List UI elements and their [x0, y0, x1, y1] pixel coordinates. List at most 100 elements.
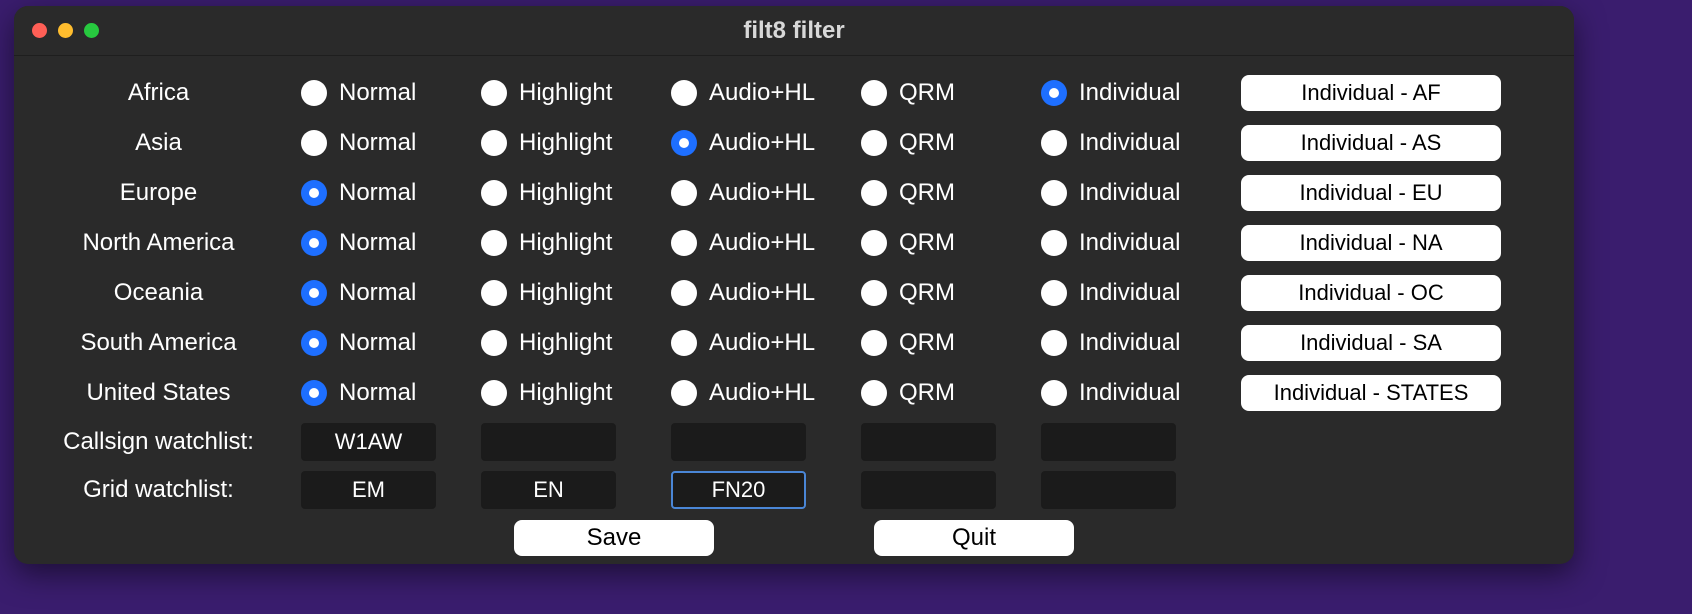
radio-qrm[interactable]	[861, 380, 887, 406]
zoom-icon[interactable]	[84, 23, 99, 38]
radio-cell-normal: Normal	[301, 229, 481, 257]
region-label: Africa	[26, 79, 301, 107]
radio-label-audiohl: Audio+HL	[709, 79, 815, 107]
radio-cell-normal: Normal	[301, 279, 481, 307]
radio-individual[interactable]	[1041, 230, 1067, 256]
radio-audiohl[interactable]	[671, 380, 697, 406]
radio-cell-normal: Normal	[301, 179, 481, 207]
radio-label-highlight: Highlight	[519, 79, 612, 107]
radio-qrm[interactable]	[861, 230, 887, 256]
callsign-watch-input-1[interactable]	[481, 423, 616, 461]
radio-cell-individual: Individual	[1041, 279, 1241, 307]
callsign-watch-input-4[interactable]	[1041, 423, 1176, 461]
radio-individual[interactable]	[1041, 130, 1067, 156]
radio-individual[interactable]	[1041, 380, 1067, 406]
radio-highlight[interactable]	[481, 180, 507, 206]
radio-cell-qrm: QRM	[861, 329, 1041, 357]
region-row: AfricaNormalHighlightAudio+HLQRMIndividu…	[26, 68, 1562, 118]
radio-individual[interactable]	[1041, 180, 1067, 206]
radio-label-normal: Normal	[339, 229, 416, 257]
individual-button[interactable]: Individual - AF	[1241, 75, 1501, 111]
region-label: South America	[26, 329, 301, 357]
traffic-lights	[32, 23, 99, 38]
individual-button[interactable]: Individual - SA	[1241, 325, 1501, 361]
radio-individual[interactable]	[1041, 80, 1067, 106]
grid-watch-input-3[interactable]	[861, 471, 996, 509]
radio-cell-individual: Individual	[1041, 329, 1241, 357]
radio-highlight[interactable]	[481, 130, 507, 156]
radio-cell-highlight: Highlight	[481, 379, 671, 407]
radio-individual[interactable]	[1041, 330, 1067, 356]
callsign-watch-input-2[interactable]	[671, 423, 806, 461]
radio-normal[interactable]	[301, 80, 327, 106]
radio-normal[interactable]	[301, 280, 327, 306]
radio-label-individual: Individual	[1079, 179, 1180, 207]
radio-label-individual: Individual	[1079, 229, 1180, 257]
radio-highlight[interactable]	[481, 280, 507, 306]
quit-button[interactable]: Quit	[874, 520, 1074, 556]
region-label: Asia	[26, 129, 301, 157]
radio-label-highlight: Highlight	[519, 279, 612, 307]
app-window: filt8 filter AfricaNormalHighlightAudio+…	[14, 6, 1574, 564]
grid-watch-input-0[interactable]	[301, 471, 436, 509]
radio-individual[interactable]	[1041, 280, 1067, 306]
radio-audiohl[interactable]	[671, 180, 697, 206]
radio-label-audiohl: Audio+HL	[709, 229, 815, 257]
radio-cell-highlight: Highlight	[481, 179, 671, 207]
individual-button[interactable]: Individual - OC	[1241, 275, 1501, 311]
callsign-watchlist-label: Callsign watchlist:	[26, 428, 301, 456]
window-title: filt8 filter	[14, 17, 1574, 45]
radio-label-audiohl: Audio+HL	[709, 179, 815, 207]
radio-qrm[interactable]	[861, 80, 887, 106]
region-row: EuropeNormalHighlightAudio+HLQRMIndividu…	[26, 168, 1562, 218]
radio-cell-individual: Individual	[1041, 379, 1241, 407]
radio-label-individual: Individual	[1079, 379, 1180, 407]
radio-label-individual: Individual	[1079, 79, 1180, 107]
individual-button[interactable]: Individual - STATES	[1241, 375, 1501, 411]
callsign-watch-input-3[interactable]	[861, 423, 996, 461]
radio-audiohl[interactable]	[671, 330, 697, 356]
radio-cell-qrm: QRM	[861, 279, 1041, 307]
radio-qrm[interactable]	[861, 130, 887, 156]
grid-watch-input-2[interactable]	[671, 471, 806, 509]
radio-cell-highlight: Highlight	[481, 129, 671, 157]
close-icon[interactable]	[32, 23, 47, 38]
region-row: AsiaNormalHighlightAudio+HLQRMIndividual…	[26, 118, 1562, 168]
radio-cell-audiohl: Audio+HL	[671, 79, 861, 107]
radio-cell-normal: Normal	[301, 79, 481, 107]
radio-audiohl[interactable]	[671, 130, 697, 156]
radio-highlight[interactable]	[481, 80, 507, 106]
radio-highlight[interactable]	[481, 230, 507, 256]
radio-normal[interactable]	[301, 380, 327, 406]
radio-audiohl[interactable]	[671, 80, 697, 106]
radio-highlight[interactable]	[481, 330, 507, 356]
individual-button[interactable]: Individual - NA	[1241, 225, 1501, 261]
radio-audiohl[interactable]	[671, 230, 697, 256]
radio-cell-normal: Normal	[301, 379, 481, 407]
callsign-watch-input-0[interactable]	[301, 423, 436, 461]
radio-cell-individual: Individual	[1041, 179, 1241, 207]
radio-cell-audiohl: Audio+HL	[671, 279, 861, 307]
radio-qrm[interactable]	[861, 330, 887, 356]
radio-cell-qrm: QRM	[861, 229, 1041, 257]
radio-highlight[interactable]	[481, 380, 507, 406]
radio-qrm[interactable]	[861, 180, 887, 206]
radio-label-highlight: Highlight	[519, 329, 612, 357]
radio-cell-highlight: Highlight	[481, 279, 671, 307]
individual-button[interactable]: Individual - AS	[1241, 125, 1501, 161]
radio-normal[interactable]	[301, 230, 327, 256]
grid-watchlist-label: Grid watchlist:	[26, 476, 301, 504]
grid-watch-input-4[interactable]	[1041, 471, 1176, 509]
radio-cell-individual: Individual	[1041, 229, 1241, 257]
titlebar: filt8 filter	[14, 6, 1574, 56]
radio-normal[interactable]	[301, 330, 327, 356]
radio-qrm[interactable]	[861, 280, 887, 306]
individual-button[interactable]: Individual - EU	[1241, 175, 1501, 211]
radio-normal[interactable]	[301, 130, 327, 156]
radio-audiohl[interactable]	[671, 280, 697, 306]
grid-watch-input-1[interactable]	[481, 471, 616, 509]
radio-label-qrm: QRM	[899, 179, 955, 207]
minimize-icon[interactable]	[58, 23, 73, 38]
save-button[interactable]: Save	[514, 520, 714, 556]
radio-normal[interactable]	[301, 180, 327, 206]
